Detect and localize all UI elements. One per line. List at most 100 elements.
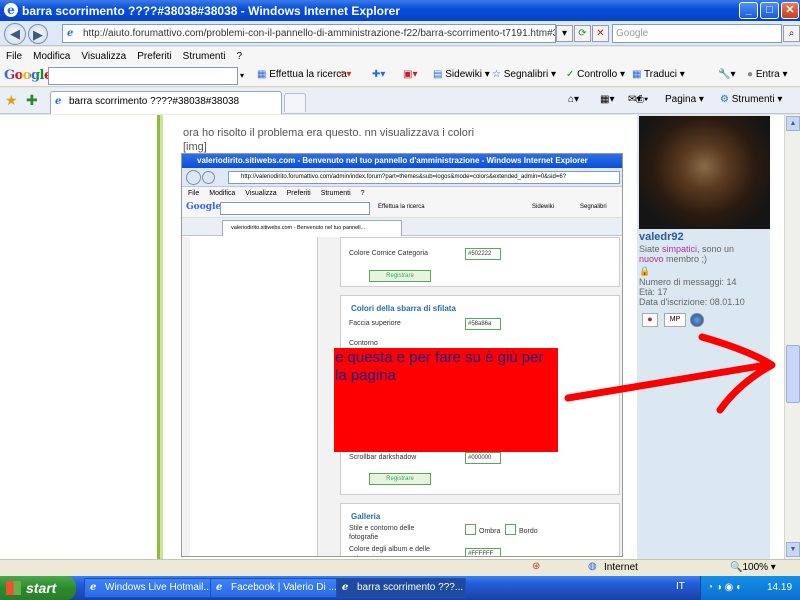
user-circle-icon: ●	[747, 69, 756, 80]
scroll-thumb[interactable]	[786, 345, 800, 403]
start-button[interactable]: start	[0, 576, 76, 600]
toolbar-icon-1[interactable]: ✧▾	[338, 69, 351, 80]
url-field[interactable]: e http://aiuto.forumattivo.com/problemi-…	[62, 24, 556, 43]
google-dropdown-icon[interactable]: ▾	[240, 71, 244, 80]
inner-top-face-label: Faccia superiore	[349, 320, 401, 327]
inner-shadow-option: Ombra	[479, 528, 501, 535]
post-text: ora ho risolto il problema era questo. n…	[183, 126, 474, 154]
add-favorites-icon[interactable]: ✚	[26, 92, 38, 109]
profile-status-line2: nuovo membro ;)	[639, 254, 708, 264]
google-g-icon: ▦	[257, 69, 270, 80]
inner-url: http://valeriodirito.forumattivo.com/adm…	[228, 171, 620, 184]
tools-menu-button[interactable]: ⚙ Strumenti ▾	[720, 94, 782, 105]
search-icon[interactable]: ⌕	[783, 25, 800, 42]
check-button[interactable]: ✓ Controllo ▾	[566, 69, 625, 80]
inner-outline-label: Contorno	[349, 340, 378, 347]
plus-icon[interactable]: ✚▾	[372, 69, 385, 80]
inner-back-icon	[186, 170, 201, 185]
annotation-arrow	[564, 333, 776, 414]
task-barra-scorrimento[interactable]: e barra scorrimento ???...	[336, 578, 466, 598]
home-icon[interactable]: ⌂▾	[568, 94, 579, 105]
popup-blocker-icon[interactable]: ▣▾	[403, 69, 417, 80]
menu-view[interactable]: Visualizza	[81, 51, 126, 62]
scroll-down-arrow-icon[interactable]: ▼	[786, 542, 800, 557]
inner-menu-file: File	[188, 190, 200, 197]
inner-frame-color-value: #502222	[465, 248, 501, 260]
avatar	[639, 116, 770, 229]
globe-icon: ◍	[588, 561, 597, 572]
close-button[interactable]: ✕	[781, 2, 799, 19]
ie-logo-icon: e	[4, 3, 18, 17]
minimize-button[interactable]: _	[739, 2, 758, 19]
page-menu-button[interactable]: Pagina ▾	[665, 94, 704, 105]
status-link-nuovo[interactable]: nuovo	[639, 254, 664, 264]
menu-favorites[interactable]: Preferiti	[137, 51, 171, 62]
inner-register-button-1: Registrare	[369, 270, 431, 282]
search-input[interactable]: Google	[612, 24, 782, 43]
tab-row: ★ ✚ e barra scorrimento ????#38038#38038…	[0, 88, 800, 114]
inner-menu-favorites: Preferiti	[286, 190, 311, 197]
inner-album-color-value: #FFFFFF	[465, 548, 501, 556]
tray-icons[interactable]: ◔ ◑ ◉ ◐	[707, 576, 742, 600]
task-facebook[interactable]: e Facebook | Valerio Di ...	[210, 578, 340, 598]
tab-current[interactable]: e barra scorrimento ????#38038#38038	[50, 91, 282, 114]
menu-tools[interactable]: Strumenti	[183, 51, 226, 62]
inner-sidewiki: Sidewiki	[532, 204, 555, 210]
inner-darkshadow-label: Scrollbar darkshadow	[349, 454, 417, 461]
page-scrollbar[interactable]: ▲ ▼	[784, 115, 800, 559]
clock[interactable]: 14.19	[767, 576, 792, 600]
scroll-up-arrow-icon[interactable]: ▲	[786, 116, 800, 131]
inner-tab-row: valeriodirito.sitiwebs.com - Benvenuto n…	[182, 218, 622, 236]
language-indicator[interactable]: IT	[676, 581, 685, 592]
inner-top-face-value: #58a86a	[465, 318, 501, 330]
refresh-icon[interactable]: ⟳	[574, 25, 591, 42]
tab-ie-icon: e	[55, 96, 62, 107]
task-ie-icon: e	[342, 582, 349, 593]
menu-file[interactable]: File	[6, 51, 22, 62]
menu-edit[interactable]: Modifica	[33, 51, 70, 62]
inner-menu-help: ?	[360, 190, 365, 197]
protected-mode-icon: ⊛	[532, 561, 541, 572]
profile-signup: Data d'iscrizione: 08.01.10	[639, 297, 745, 307]
star-icon: ☆	[492, 69, 504, 80]
inner-darkshadow-value: #000000	[465, 452, 501, 464]
inner-google-bar: Google Effettua la ricerca Sidewiki Segn…	[182, 200, 622, 218]
status-link-simpatici[interactable]: simpatici	[662, 244, 697, 254]
google-search-button[interactable]: ▦ Effettua la ricerca	[257, 69, 347, 80]
inner-border-option: Bordo	[519, 528, 538, 535]
inner-box-3: Galleria Stile e contorno delle fotograf…	[340, 503, 620, 556]
url-text: http://aiuto.forumattivo.com/problemi-co…	[83, 28, 556, 39]
zoom-control[interactable]: 🔍100% ▾	[730, 562, 776, 573]
translate-button[interactable]: ▦ Traduci ▾	[632, 69, 685, 80]
menu-help[interactable]: ?	[236, 51, 242, 62]
google-search-input[interactable]	[48, 67, 238, 85]
back-icon[interactable]: ◀	[4, 23, 26, 45]
profile-name[interactable]: valedr92	[639, 231, 684, 243]
signin-button[interactable]: ● Entra ▾	[747, 69, 788, 80]
sidewiki-icon: ▤	[433, 69, 446, 80]
page-icon: e	[67, 28, 74, 39]
feeds-icon[interactable]: ▦▾	[600, 94, 614, 105]
print-icon[interactable]: ⎙▾	[636, 94, 648, 105]
new-tab-button[interactable]	[284, 93, 306, 112]
inner-google-logo: Google	[186, 202, 222, 212]
inner-album-color-label: Colore degli album e delle	[349, 546, 430, 553]
inner-border-radio	[505, 524, 516, 535]
forward-icon[interactable]: ▶	[28, 24, 48, 44]
inner-address-bar: http://valeriodirito.forumattivo.com/adm…	[182, 168, 622, 187]
bookmarks-button[interactable]: ☆ Segnalibri ▾	[492, 69, 556, 80]
sidewiki-button[interactable]: ▤ Sidewiki ▾	[433, 69, 490, 80]
task-hotmail[interactable]: e Windows Live Hotmail...	[84, 578, 214, 598]
maximize-button[interactable]: □	[760, 2, 779, 19]
windows-flag-icon	[6, 581, 21, 595]
post-line-1: ora ho risolto il problema era questo. n…	[183, 127, 475, 139]
wrench-icon[interactable]: 🔧▾	[718, 69, 735, 80]
favorites-star-icon[interactable]: ★	[5, 92, 18, 109]
status-bar: ⊛ ◍ Internet 🔍100% ▾	[0, 559, 800, 576]
stop-icon[interactable]: ✕	[592, 25, 609, 42]
inner-gallery-heading: Galleria	[351, 512, 381, 521]
zoom-icon: 🔍	[730, 562, 743, 573]
url-dropdown-icon[interactable]: ▾	[556, 25, 573, 42]
inner-scrollbar-heading: Colori della sbarra di sfilata	[351, 304, 456, 313]
post-line-2: [img]	[183, 141, 207, 153]
